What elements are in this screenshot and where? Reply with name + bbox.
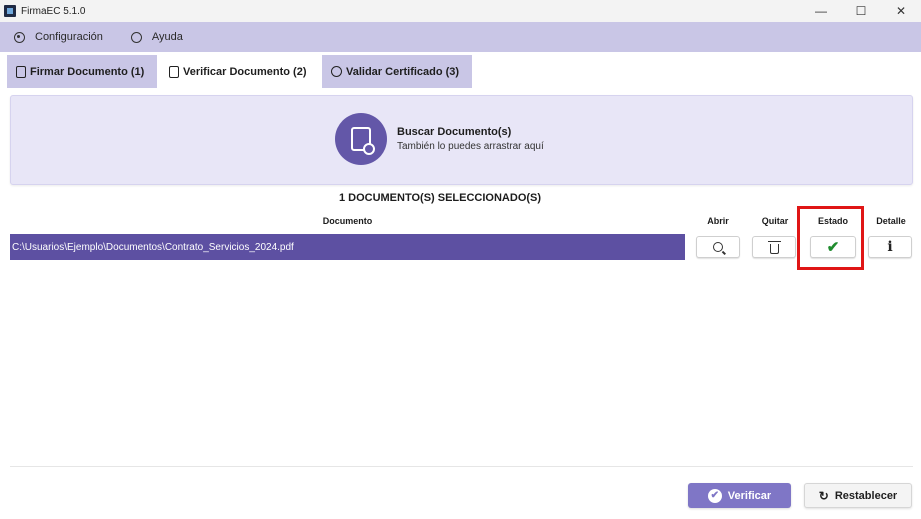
globe-icon [130,31,142,43]
drop-zone-title: Buscar Documento(s) [397,126,512,138]
tab-validar-certificado[interactable]: Validar Certificado (3) [322,55,472,88]
search-document-icon [335,113,387,165]
drop-zone-subtitle: También lo puedes arrastrar aquí [397,141,544,152]
column-header-quitar: Quitar [761,216,789,226]
maximize-button[interactable]: ☐ [841,0,881,22]
tab-label: Validar Certificado (3) [346,65,460,78]
verificar-label: Verificar [727,489,772,502]
column-header-abrir: Abrir [707,216,729,226]
tab-label: Firmar Documento (1) [30,65,145,78]
close-button[interactable]: ✕ [881,0,921,22]
app-logo-icon [4,5,16,17]
minimize-button[interactable]: — [801,0,841,22]
tab-firmar-documento[interactable]: Firmar Documento (1) [7,55,157,88]
menu-item-label: Configuración [35,31,103,43]
gear-icon [331,66,342,77]
tab-verificar-documento[interactable]: Verificar Documento (2) [160,55,320,88]
window-controls: — ☐ ✕ [801,0,921,22]
menu-item-ayuda[interactable]: Ayuda [130,31,183,43]
gear-icon [14,31,25,43]
menu-item-configuracion[interactable]: Configuración [14,31,103,43]
window-title: FirmaEC 5.1.0 [21,5,86,17]
estado-highlight-box [797,206,864,270]
tab-bar: Firmar Documento (1) Verificar Documento… [0,52,921,88]
document-path-row[interactable]: C:\Usuarios\Ejemplo\Documentos\Contrato_… [10,234,685,260]
column-header-documento: Documento [322,216,373,226]
info-icon: i [887,239,893,255]
selected-count-label: 1 DOCUMENTO(S) SELECCIONADO(S) [338,192,542,204]
menu-bar: Configuración Ayuda [0,22,921,52]
search-icon [713,242,723,252]
title-bar: FirmaEC 5.1.0 — ☐ ✕ [0,0,921,22]
check-circle-icon: ✔ [707,488,722,503]
trash-icon [767,240,781,254]
menu-item-label: Ayuda [151,31,183,43]
column-header-detalle: Detalle [876,216,906,226]
refresh-icon: ↻ [818,488,829,503]
restablecer-label: Restablecer [834,489,898,502]
sign-document-icon [16,65,26,78]
verify-document-icon [169,65,179,78]
verificar-button[interactable]: ✔ Verificar [688,483,791,508]
document-drop-zone[interactable]: Buscar Documento(s) También lo puedes ar… [10,95,913,185]
document-path: C:\Usuarios\Ejemplo\Documentos\Contrato_… [12,241,294,253]
tab-label: Verificar Documento (2) [183,65,307,78]
restablecer-button[interactable]: ↻ Restablecer [804,483,912,508]
remove-document-button[interactable] [752,236,796,258]
detail-button[interactable]: i [868,236,912,258]
footer-divider [10,466,913,467]
open-document-button[interactable] [696,236,740,258]
